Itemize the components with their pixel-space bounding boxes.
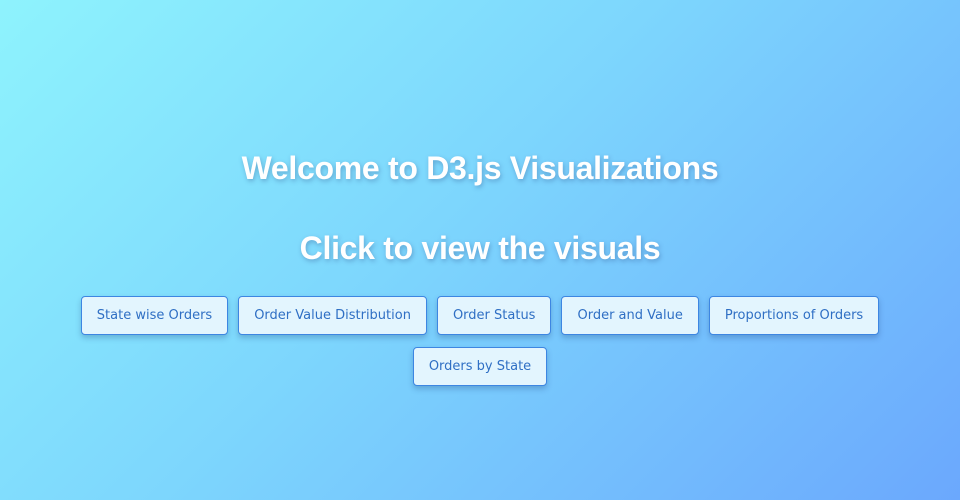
order-and-value-button[interactable]: Order and Value [561, 296, 699, 335]
instruction-heading: Click to view the visuals [299, 230, 661, 266]
state-wise-orders-button[interactable]: State wise Orders [80, 296, 229, 335]
order-value-distribution-button[interactable]: Order Value Distribution [238, 296, 427, 335]
order-status-button[interactable]: Order Status [436, 296, 552, 335]
proportions-of-orders-button[interactable]: Proportions of Orders [708, 296, 880, 335]
page: Welcome to D3.js Visualizations Click to… [0, 0, 960, 500]
visualization-buttons: State wise Orders Order Value Distributi… [80, 296, 880, 386]
orders-by-state-button[interactable]: Orders by State [412, 347, 548, 386]
welcome-heading: Welcome to D3.js Visualizations [241, 150, 719, 186]
